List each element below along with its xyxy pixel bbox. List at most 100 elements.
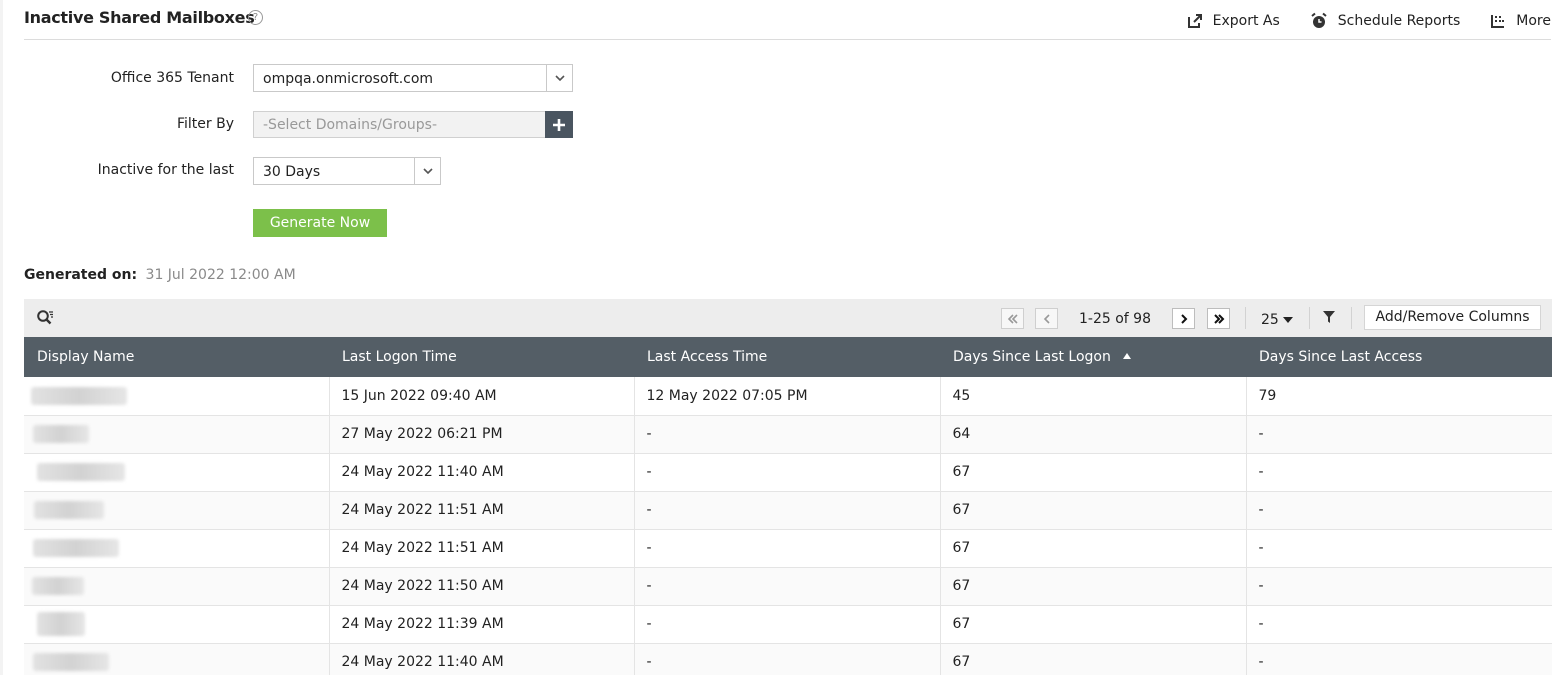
table-row: 24 May 2022 11:40 AM - 67 -: [24, 643, 1552, 675]
toolbar-divider: [1245, 307, 1246, 329]
display-name-cell: [24, 415, 330, 454]
schedule-reports-label: Schedule Reports: [1337, 13, 1461, 29]
generated-on: Generated on: 31 Jul 2022 12:00 AM: [24, 267, 296, 283]
last-access-cell: -: [634, 567, 941, 606]
more-button[interactable]: More: [1490, 12, 1551, 30]
column-header-label: Days Since Last Logon: [953, 349, 1111, 365]
add-remove-columns-button[interactable]: Add/Remove Columns: [1364, 305, 1541, 330]
days-since-logon-cell: 67: [940, 491, 1247, 530]
tenant-label: Office 365 Tenant: [110, 70, 234, 86]
display-name-cell: [24, 377, 330, 416]
days-since-logon-cell: 64: [940, 415, 1247, 454]
column-header-days-since-last-access[interactable]: Days Since Last Access: [1246, 337, 1552, 377]
export-icon: [1187, 14, 1202, 28]
last-logon-cell: 24 May 2022 11:51 AM: [329, 491, 635, 530]
first-page-button[interactable]: [1001, 308, 1024, 329]
last-logon-cell: 24 May 2022 11:50 AM: [329, 567, 635, 606]
column-header-days-since-last-logon[interactable]: Days Since Last Logon: [940, 337, 1246, 377]
last-access-cell: -: [634, 453, 941, 492]
caret-down-icon: [1282, 317, 1293, 323]
column-header-last-access-time[interactable]: Last Access Time: [634, 337, 940, 377]
generated-on-label: Generated on:: [24, 267, 138, 283]
filter-label: Filter By: [176, 116, 234, 132]
last-page-button[interactable]: [1207, 308, 1230, 329]
display-name-cell: [24, 567, 330, 606]
days-since-logon-cell: 67: [940, 529, 1247, 568]
days-since-logon-cell: 67: [940, 453, 1247, 492]
days-since-access-cell: -: [1246, 643, 1552, 675]
redacted-name: [37, 612, 85, 636]
days-since-logon-cell: 67: [940, 605, 1247, 644]
filter-input[interactable]: -Select Domains/Groups-: [253, 111, 546, 138]
double-chevron-left-icon: [1007, 313, 1018, 324]
display-name-cell: [24, 453, 330, 492]
chevron-right-icon: [1180, 313, 1187, 324]
column-header-display-name[interactable]: Display Name: [24, 337, 329, 377]
redacted-name: [33, 539, 119, 557]
last-logon-cell: 24 May 2022 11:51 AM: [329, 529, 635, 568]
days-since-access-cell: 79: [1246, 377, 1552, 416]
double-chevron-right-icon: [1213, 313, 1224, 324]
report-header: Inactive Shared Mailboxes ? Export As Sc…: [24, 0, 1551, 40]
days-since-access-cell: -: [1246, 415, 1552, 454]
tenant-select[interactable]: ompqa.onmicrosoft.com: [253, 64, 573, 92]
inactive-period-select[interactable]: 30 Days: [253, 157, 441, 185]
inactive-period-value: 30 Days: [263, 164, 321, 180]
last-logon-cell: 15 Jun 2022 09:40 AM: [329, 377, 635, 416]
redacted-name: [33, 653, 109, 671]
chevron-left-icon: [1043, 313, 1050, 324]
last-access-cell: -: [634, 491, 941, 530]
pagination-range: 1-25 of 98: [1079, 311, 1151, 327]
schedule-reports-button[interactable]: Schedule Reports: [1310, 12, 1461, 30]
last-logon-cell: 24 May 2022 11:40 AM: [329, 643, 635, 675]
plus-icon: [553, 118, 565, 131]
filter-icon[interactable]: [1322, 310, 1336, 328]
days-since-access-cell: -: [1246, 605, 1552, 644]
sort-ascending-icon: [1122, 353, 1131, 359]
display-name-cell: [24, 529, 330, 568]
add-filter-button[interactable]: [545, 111, 573, 138]
more-label: More: [1516, 13, 1551, 29]
chevron-down-icon: [546, 65, 572, 91]
display-name-cell: [24, 643, 330, 675]
left-edge: [0, 0, 3, 675]
generate-now-button[interactable]: Generate Now: [253, 209, 387, 237]
per-page-select[interactable]: 25: [1261, 312, 1293, 328]
tenant-value: ompqa.onmicrosoft.com: [263, 71, 434, 87]
toolbar-divider: [1309, 307, 1310, 329]
help-icon[interactable]: ?: [248, 10, 263, 25]
last-access-cell: -: [634, 643, 941, 675]
days-since-logon-cell: 67: [940, 567, 1247, 606]
days-since-access-cell: -: [1246, 529, 1552, 568]
toolbar-divider: [1351, 307, 1352, 329]
mailbox-table: Display Name Last Logon Time Last Access…: [24, 337, 1552, 675]
table-row: 24 May 2022 11:39 AM - 67 -: [24, 605, 1552, 644]
export-as-button[interactable]: Export As: [1187, 12, 1280, 30]
column-header-last-logon-time[interactable]: Last Logon Time: [329, 337, 634, 377]
table-row: 24 May 2022 11:51 AM - 67 -: [24, 491, 1552, 530]
table-row: 27 May 2022 06:21 PM - 64 -: [24, 415, 1552, 454]
prev-page-button[interactable]: [1035, 308, 1058, 329]
search-filter-icon[interactable]: [36, 309, 54, 331]
last-access-cell: -: [634, 415, 941, 454]
days-since-access-cell: -: [1246, 567, 1552, 606]
days-since-logon-cell: 45: [940, 377, 1247, 416]
next-page-button[interactable]: [1172, 308, 1195, 329]
alarm-clock-icon: [1311, 12, 1327, 28]
header-actions: Export As Schedule Reports More: [1157, 12, 1551, 30]
redacted-name: [32, 577, 84, 595]
redacted-name: [34, 501, 104, 519]
days-since-logon-cell: 67: [940, 643, 1247, 675]
per-page-value: 25: [1261, 312, 1279, 328]
last-logon-cell: 24 May 2022 11:39 AM: [329, 605, 635, 644]
table-row: 24 May 2022 11:51 AM - 67 -: [24, 529, 1552, 568]
last-access-cell: 12 May 2022 07:05 PM: [634, 377, 941, 416]
redacted-name: [37, 463, 125, 481]
redacted-name: [31, 386, 127, 405]
table-toolbar: 1-25 of 98 25 Add/Remove Columns: [24, 299, 1552, 337]
table-header-row: Display Name Last Logon Time Last Access…: [24, 337, 1552, 377]
last-logon-cell: 27 May 2022 06:21 PM: [329, 415, 635, 454]
filter-placeholder: -Select Domains/Groups-: [263, 117, 437, 133]
inactive-label: Inactive for the last: [97, 162, 234, 178]
display-name-cell: [24, 491, 330, 530]
